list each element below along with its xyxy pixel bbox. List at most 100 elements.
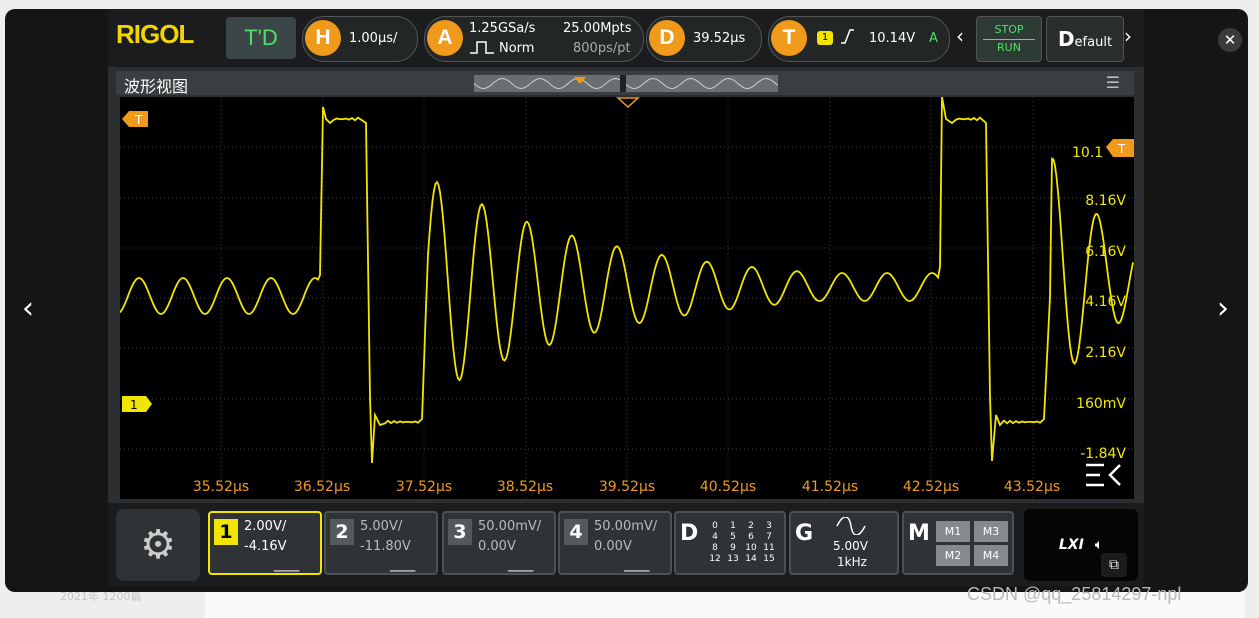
trigger-level: 10.14V: [869, 31, 916, 46]
acquire-control[interactable]: A 1.25GSa/s Norm 25.00Mpts 800ps/pt: [424, 16, 644, 62]
stop-run-divider: [983, 39, 1035, 40]
digital-bit: 6: [748, 532, 754, 542]
time-label: 43.52μs: [1004, 479, 1060, 495]
lxi-logo: LXI: [1058, 537, 1084, 553]
digital-bit: 9: [730, 543, 736, 553]
time-label: 39.52μs: [599, 479, 655, 495]
waveform-header: 波形视图 ☰: [116, 71, 1134, 96]
digital-bit: 3: [766, 521, 772, 531]
svg-text:10.1: 10.1: [1072, 145, 1103, 161]
digital-bit: 5: [730, 532, 736, 542]
voltage-label: 6.16V: [1085, 244, 1126, 260]
digital-bit: 14: [745, 554, 757, 564]
waveform-display[interactable]: T 1 8.16V 6.16V 4.16V 2.16V 160mV -1.84V…: [120, 97, 1134, 499]
default-initial: D: [1057, 27, 1075, 51]
toolbar-right-arrow-icon[interactable]: ›: [1124, 24, 1132, 48]
channel3-button[interactable]: 3 50.00mV/ 0.00V ▁▁▁: [442, 511, 556, 575]
svg-text:T: T: [1117, 142, 1126, 156]
channel1-marker: 1: [122, 396, 152, 412]
time-label: 40.52μs: [700, 479, 756, 495]
acquire-pulse-icon: [469, 39, 495, 59]
coupling-icon: ▁▁▁: [508, 559, 534, 572]
oscilloscope-screen: RIGOL T'D H 1.00μs/ A 1.25GSa/s Norm 25.…: [108, 9, 1144, 586]
math-key: M: [908, 521, 930, 546]
delay-value: 39.52μs: [693, 31, 746, 46]
channel-offset: -4.16V: [244, 539, 287, 554]
digital-bit: 0: [712, 521, 718, 531]
generator-amplitude: 5.00V: [833, 539, 868, 553]
channel-number: 3: [448, 519, 472, 545]
overview-wave-icon: [474, 75, 778, 92]
time-resolution: 800ps/pt: [573, 41, 631, 56]
stop-run-button[interactable]: STOP RUN: [976, 16, 1042, 62]
time-label: 38.52μs: [497, 479, 553, 495]
bottom-toolbar: ⚙ 1 2.00V/ -4.16V ▁▁▁ 2 5.00V/ -11.80V ▁…: [108, 503, 1144, 586]
horizontal-control[interactable]: H 1.00μs/: [302, 16, 418, 62]
generator-key: G: [795, 521, 814, 546]
voltage-label: -1.84V: [1080, 446, 1126, 462]
trigger-control[interactable]: T 1 10.14V A: [768, 16, 950, 62]
gear-icon[interactable]: ⚙: [116, 509, 200, 581]
trigger-position-marker: [616, 97, 640, 109]
next-image-button[interactable]: ›: [1208, 289, 1238, 329]
channel-offset: 0.00V: [594, 539, 632, 554]
generator-frequency: 1kHz: [837, 555, 867, 569]
channel-scale: 5.00V/: [360, 519, 403, 534]
sine-wave-icon: [836, 517, 866, 535]
screenshot-icon[interactable]: ⧉: [1101, 553, 1127, 577]
coupling-icon: ▁▁▁: [390, 559, 416, 572]
horizontal-key: H: [305, 20, 341, 56]
channel4-button[interactable]: 4 50.00mV/ 0.00V ▁▁▁: [558, 511, 672, 575]
channel2-button[interactable]: 2 5.00V/ -11.80V ▁▁▁: [324, 511, 438, 575]
svg-text:1: 1: [130, 398, 138, 412]
math-m2[interactable]: M2: [936, 545, 970, 566]
memory-overview[interactable]: [474, 75, 778, 92]
acquire-key: A: [427, 20, 463, 56]
channel-number: 2: [330, 519, 354, 545]
speaker-muted-icon[interactable]: 🔈︎: [1095, 537, 1103, 553]
digital-bit: 11: [763, 543, 775, 553]
channel-offset: -11.80V: [360, 539, 411, 554]
top-toolbar: RIGOL T'D H 1.00μs/ A 1.25GSa/s Norm 25.…: [108, 9, 1144, 67]
prev-image-button[interactable]: ‹: [13, 289, 43, 329]
horizontal-scale: 1.00μs/: [349, 31, 398, 46]
collapse-menu-icon[interactable]: [1086, 463, 1121, 487]
digital-channels-button[interactable]: D 0 1 2 34 5 6 78 9 10 1112 13 14 15: [674, 511, 786, 575]
math-button[interactable]: M M1 M3 M2 M4: [902, 511, 1014, 575]
close-button[interactable]: ✕: [1218, 28, 1242, 52]
digital-bit: 8: [712, 543, 718, 553]
channel-scale: 50.00mV/: [594, 519, 658, 534]
trigger-status: A: [929, 31, 938, 46]
math-m4[interactable]: M4: [974, 545, 1008, 566]
waveform-title: 波形视图: [124, 77, 189, 96]
svg-text:T: T: [134, 113, 143, 127]
channel-offset: 0.00V: [478, 539, 516, 554]
trigger-channel-badge: 1: [817, 31, 833, 45]
voltage-label: 2.16V: [1085, 345, 1126, 361]
channel1-trace: [120, 97, 1134, 464]
generator-button[interactable]: G 5.00V 1kHz: [789, 511, 899, 575]
delay-control[interactable]: D 39.52μs: [646, 16, 762, 62]
default-button[interactable]: Default: [1046, 16, 1124, 62]
channel1-button[interactable]: 1 2.00V/ -4.16V ▁▁▁: [208, 511, 322, 575]
toolbar-left-arrow-icon[interactable]: ‹: [956, 24, 964, 48]
digital-bits: 0 1 2 34 5 6 78 9 10 1112 13 14 15: [706, 521, 782, 565]
trigger-level-marker: 10.1 T: [1072, 139, 1134, 161]
time-label: 37.52μs: [396, 479, 452, 495]
td-mode-button[interactable]: T'D: [226, 17, 296, 59]
delay-key: D: [649, 20, 685, 56]
waveform-menu-icon[interactable]: ☰: [1106, 73, 1120, 92]
default-label: efault: [1074, 35, 1113, 50]
stop-label: STOP: [994, 23, 1024, 36]
voltage-label: 160mV: [1076, 396, 1126, 412]
brand-logo: RIGOL: [116, 19, 194, 49]
trigger-marker-left: T: [122, 111, 148, 127]
math-m1[interactable]: M1: [936, 521, 970, 542]
coupling-icon: ▁▁▁: [274, 559, 300, 572]
time-label: 41.52μs: [802, 479, 858, 495]
math-m3[interactable]: M3: [974, 521, 1008, 542]
channel-scale: 50.00mV/: [478, 519, 542, 534]
digital-bit: 12: [709, 554, 721, 564]
digital-bit: 4: [712, 532, 718, 542]
time-label: 42.52μs: [903, 479, 959, 495]
